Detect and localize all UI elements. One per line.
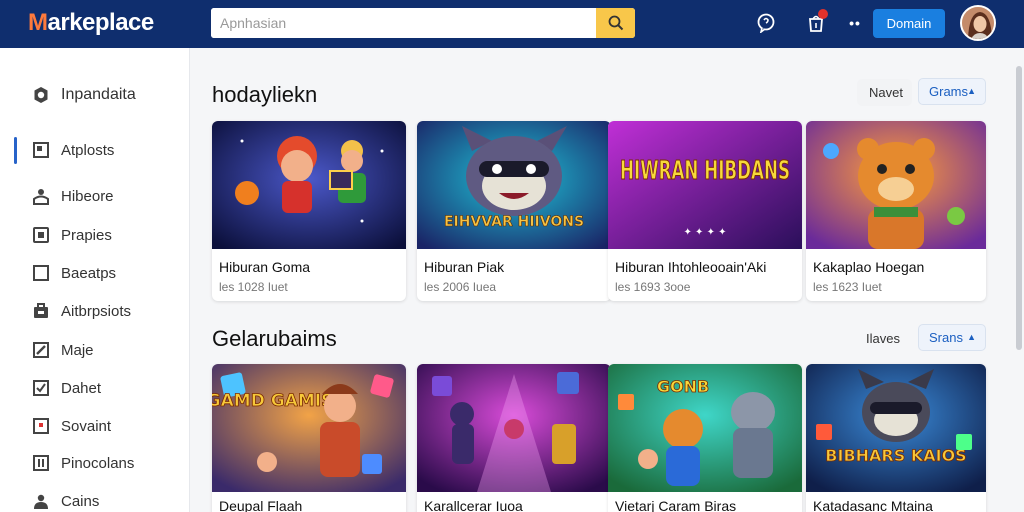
top-bar: Markeplace •• Domain — [0, 0, 1024, 48]
sidebar-item-aitbrpsiots[interactable]: Aitbrpsiots — [0, 296, 190, 326]
game-title: Kakaplao Hoegan — [813, 259, 925, 275]
thumbnail-ornament: ✦ ✦ ✦ ✦ — [683, 227, 726, 238]
game-title: Vietarj Caram Biras — [615, 498, 737, 512]
page-scrollbar[interactable] — [1016, 66, 1022, 350]
game-card[interactable]: Hiburan Goma les 1028 Iuet — [212, 121, 406, 301]
sidebar: Inpandaita Atplosts Hibeore Prapies Baea… — [0, 48, 190, 512]
filter-label-1: Navet — [869, 85, 903, 100]
user-avatar[interactable] — [960, 5, 996, 41]
sidebar-item-atplosts[interactable]: Atplosts — [0, 135, 190, 165]
game-title: Katadasanc Mtaina — [813, 498, 933, 512]
sort-caret-icon: ▲ — [967, 332, 976, 342]
game-card[interactable]: EIHVVAR HIIVONS Hiburan Piak les 2006 Iu… — [417, 121, 611, 301]
chat-button[interactable] — [753, 10, 779, 36]
flag-icon — [32, 417, 50, 435]
square-icon — [32, 264, 50, 282]
filter-select-1-value: Grams — [929, 84, 968, 99]
person-icon — [32, 187, 50, 205]
briefcase-icon — [32, 302, 50, 320]
sidebar-item-inpandaita[interactable]: Inpandaita — [0, 80, 190, 110]
game-card[interactable]: GONB Vietarj Caram Biras — [608, 364, 802, 512]
sidebar-item-dahet[interactable]: Dahet — [0, 373, 190, 403]
settings-cog-icon — [32, 86, 50, 104]
game-thumbnail: EIHVVAR HIIVONS — [417, 121, 611, 249]
game-card[interactable]: Kakaplao Hoegan les 1623 Iuet — [806, 121, 986, 301]
game-meta: les 1028 Iuet — [219, 280, 288, 294]
thumbnail-text: BIBHARS KAIOS — [825, 446, 966, 465]
domain-button[interactable]: Domain — [873, 9, 945, 38]
grid-icon — [32, 141, 50, 159]
thumbnail-text: EIHVVAR HIIVONS — [444, 214, 584, 230]
game-meta: les 2006 Iuea — [424, 280, 497, 294]
game-meta: les 1693 3ooe — [615, 280, 691, 294]
game-thumbnail: HIWRAN HIBDANS ✦ ✦ ✦ ✦ — [608, 121, 802, 249]
sidebar-item-sovaint[interactable]: Sovaint — [0, 411, 190, 441]
check-icon — [32, 379, 50, 397]
game-thumbnail: GONB — [608, 364, 802, 492]
game-title: Hiburan Goma — [219, 259, 311, 275]
notification-badge — [818, 9, 828, 19]
filter-label-2: Ilaves — [866, 331, 900, 346]
marketplace-logo[interactable]: Markeplace — [28, 9, 154, 37]
more-options-button[interactable]: •• — [846, 10, 864, 36]
search-bar — [211, 8, 635, 38]
search-input[interactable] — [211, 8, 597, 38]
game-title: Karallcerar Iuoa — [424, 498, 523, 512]
filter-select-2[interactable]: Srans ▲ — [918, 324, 986, 351]
search-button[interactable] — [596, 8, 635, 38]
game-card[interactable]: BIBHARS KAIOS Katadasanc Mtaina — [806, 364, 986, 512]
sort-caret-icon: ▲ — [967, 86, 976, 96]
search-icon — [608, 15, 623, 31]
sidebar-item-cains[interactable]: Cains — [0, 486, 190, 512]
edit-icon — [32, 341, 50, 359]
chat-icon — [757, 13, 775, 33]
filter-select-1[interactable]: Grams ▲ — [918, 78, 986, 105]
game-meta: les 1623 Iuet — [813, 280, 882, 294]
game-card[interactable]: HIWRAN HIBDANS ✦ ✦ ✦ ✦ Hiburan Ihtohleoo… — [608, 121, 802, 301]
game-title: Hiburan Ihtohleooain'Aki — [615, 259, 767, 275]
sidebar-item-baeatps[interactable]: Baeatps — [0, 258, 190, 288]
section-title-1: hodayliekn — [212, 82, 318, 107]
sidebar-item-hibeore[interactable]: Hibeore — [0, 181, 190, 211]
box-icon — [32, 226, 50, 244]
thumbnail-text: HIWRAN HIBDANS — [620, 156, 790, 186]
notifications-button[interactable] — [803, 9, 829, 36]
game-thumbnail: GAMD GAMIS — [212, 364, 406, 492]
sidebar-item-prapies[interactable]: Prapies — [0, 220, 190, 250]
game-thumbnail — [212, 121, 406, 249]
game-thumbnail — [806, 121, 986, 249]
game-thumbnail — [417, 364, 611, 492]
bookmark-icon — [32, 454, 50, 472]
thumbnail-text: GONB — [657, 377, 709, 396]
game-card[interactable]: Karallcerar Iuoa — [417, 364, 611, 512]
sidebar-item-maje[interactable]: Maje — [0, 335, 190, 365]
thumbnail-text: GAMD GAMIS — [212, 391, 333, 411]
filter-select-2-value: Srans — [929, 330, 963, 345]
game-title: Hiburan Piak — [424, 259, 505, 275]
sidebar-item-pinocolans[interactable]: Pinocolans — [0, 448, 190, 478]
section-title-2: Gelarubaims — [212, 326, 337, 351]
users-icon — [32, 492, 50, 510]
game-card[interactable]: GAMD GAMIS Deupal Flaah — [212, 364, 406, 512]
game-title: Deupal Flaah — [219, 498, 303, 512]
game-thumbnail: BIBHARS KAIOS — [806, 364, 986, 492]
